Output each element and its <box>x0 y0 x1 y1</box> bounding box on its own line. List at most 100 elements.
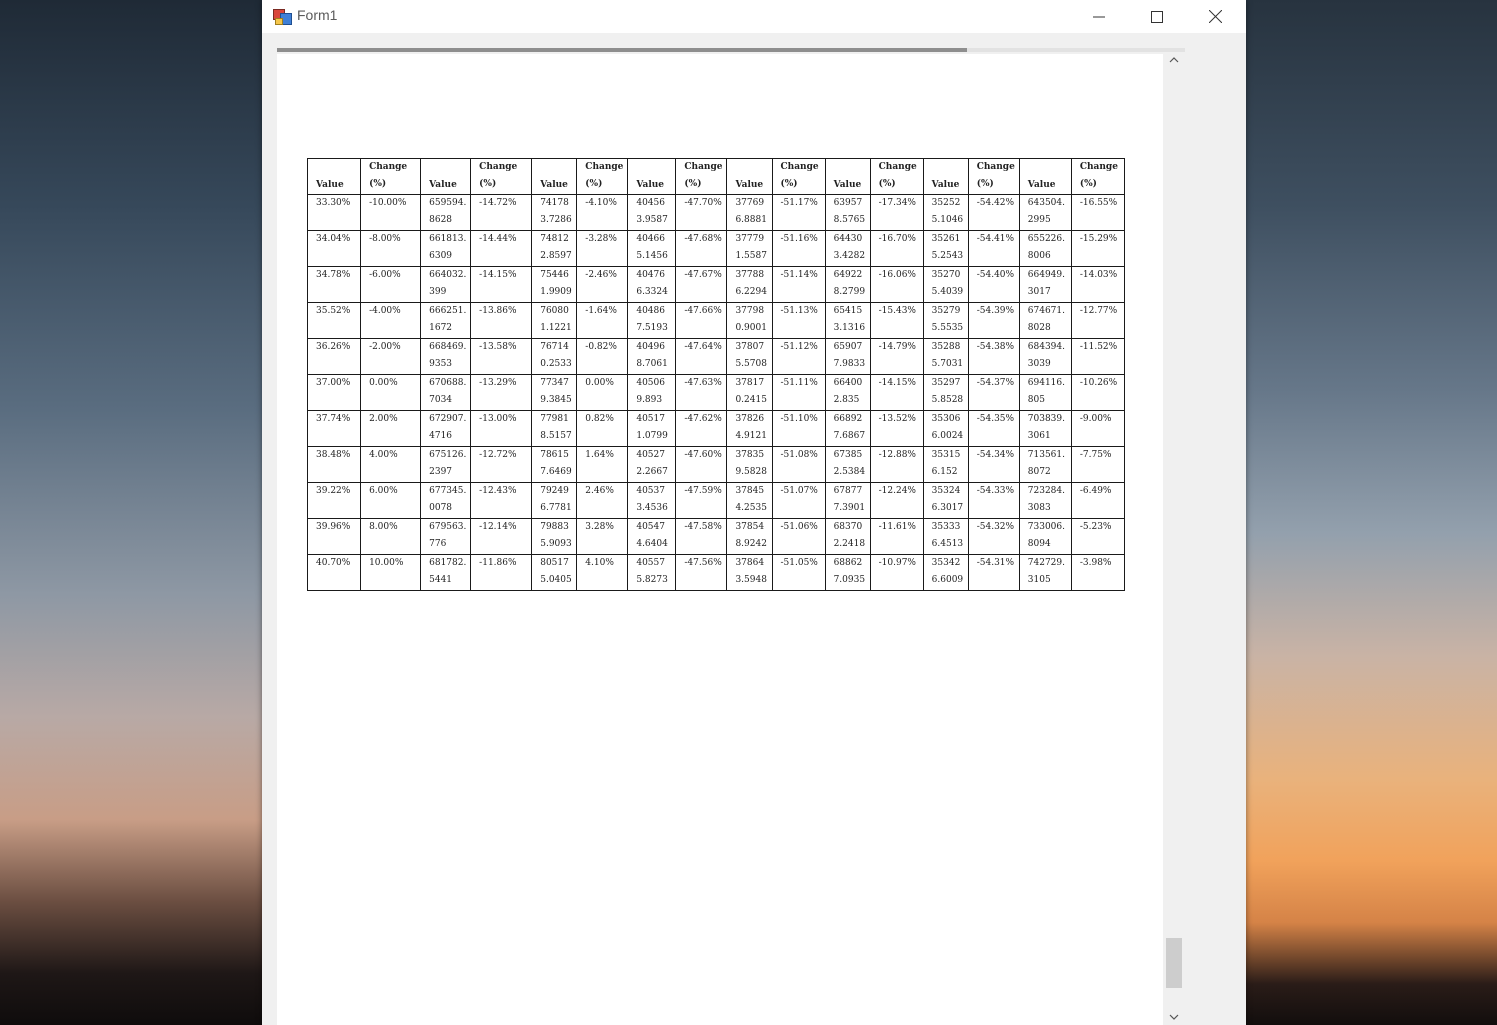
table-row: 34.04% -8.00% 661813. 6309 -14.44% 74812 2.859… <box>306 230 1126 267</box>
table-row: 35.52% -4.00% 666251. 1672 -13.86% 76080 1.122… <box>306 302 1126 339</box>
table-cell: -13.52% <box>869 410 924 447</box>
maximize-button[interactable] <box>1128 0 1186 33</box>
table-cell: -47.62% <box>675 410 728 447</box>
table-cell: 65415 3.1316 <box>824 302 871 339</box>
table-cell: -12.24% <box>869 482 924 519</box>
table-cell: 2.00% <box>360 410 422 447</box>
table-cell: 76080 1.1221 <box>531 302 578 339</box>
table-cell: -14.15% <box>869 374 924 411</box>
table-cell: -10.97% <box>869 554 924 591</box>
table-cell: -54.42% <box>967 194 1020 231</box>
table-cell: -14.15% <box>470 266 533 303</box>
table-cell: -13.86% <box>470 302 533 339</box>
table-cell: 664032. 399 <box>420 266 472 303</box>
title-bar[interactable]: Form1 <box>262 0 1246 33</box>
table-row: 36.26% -2.00% 668469. 9353 -13.58% 76714 0.253… <box>306 338 1126 375</box>
progress-bar <box>277 48 1185 52</box>
minimize-button[interactable] <box>1070 0 1128 33</box>
table-cell: 0.82% <box>576 410 629 447</box>
table-cell: 78615 7.6469 <box>531 446 578 483</box>
table-cell: -47.60% <box>675 446 728 483</box>
table-cell: 35288 5.7031 <box>922 338 969 375</box>
table-cell: 74178 3.7286 <box>531 194 578 231</box>
app-icon <box>273 7 292 25</box>
table-cell: -54.35% <box>967 410 1020 447</box>
table-cell: -51.16% <box>771 230 826 267</box>
table-cell: 33.30% <box>306 194 362 231</box>
table-cell: 40527 2.2667 <box>627 446 677 483</box>
close-icon <box>1208 10 1222 23</box>
table-cell: 37845 4.2535 <box>726 482 773 519</box>
table-row: 33.30% -10.00% 659594. 8628 -14.72% 74178 3.72… <box>306 194 1126 231</box>
table-cell: -47.64% <box>675 338 728 375</box>
table-cell: 733006. 8094 <box>1018 518 1072 555</box>
table-cell: 39.22% <box>306 482 362 519</box>
table-cell: -54.40% <box>967 266 1020 303</box>
table-cell: 64430 3.4282 <box>824 230 871 267</box>
table-cell: -2.00% <box>360 338 422 375</box>
column-header: Value <box>922 158 969 195</box>
table-cell: -11.86% <box>470 554 533 591</box>
table-cell: -4.00% <box>360 302 422 339</box>
table-cell: -0.82% <box>576 338 629 375</box>
table-cell: -16.06% <box>869 266 924 303</box>
table-cell: 664949. 3017 <box>1018 266 1072 303</box>
table-cell: -7.75% <box>1070 446 1126 483</box>
table-cell: -14.72% <box>470 194 533 231</box>
table-cell: -51.14% <box>771 266 826 303</box>
table-cell: -3.98% <box>1070 554 1126 591</box>
table-cell: 40496 8.7061 <box>627 338 677 375</box>
table-cell: 63957 8.5765 <box>824 194 871 231</box>
table-cell: 35297 5.8528 <box>922 374 969 411</box>
column-header: Change (%) <box>360 158 422 195</box>
table-cell: 75446 1.9909 <box>531 266 578 303</box>
report-page: Value Change (%) Value Change (%) Value Change(… <box>277 54 1163 1025</box>
table-row: 37.00% 0.00% 670688. 7034 -13.29% 77347 9.3845… <box>306 374 1126 411</box>
table-cell: 37.00% <box>306 374 362 411</box>
table-cell: 65907 7.9833 <box>824 338 871 375</box>
table-row: 34.78% -6.00% 664032. 399 -14.15% 75446 1.9909… <box>306 266 1126 303</box>
scroll-up-arrow-icon[interactable] <box>1169 56 1179 64</box>
scroll-down-arrow-icon[interactable] <box>1169 1013 1179 1021</box>
table-cell: 35306 6.0024 <box>922 410 969 447</box>
window-title: Form1 <box>297 7 338 23</box>
table-cell: -47.63% <box>675 374 728 411</box>
desktop-background-left <box>0 0 262 1025</box>
table-cell: 64922 8.2799 <box>824 266 871 303</box>
column-header: Value <box>306 158 362 195</box>
table-cell: 3.28% <box>576 518 629 555</box>
column-header: Change (%) <box>967 158 1020 195</box>
table-cell: 694116. 805 <box>1018 374 1072 411</box>
table-cell: -51.11% <box>771 374 826 411</box>
table-cell: -12.72% <box>470 446 533 483</box>
table-cell: 40.70% <box>306 554 362 591</box>
table-cell: 679563. 776 <box>420 518 472 555</box>
column-header: Change (%) <box>771 158 826 195</box>
table-cell: 661813. 6309 <box>420 230 472 267</box>
table-cell: 672907. 4716 <box>420 410 472 447</box>
scrollbar-thumb[interactable] <box>1166 938 1182 988</box>
table-cell: -47.58% <box>675 518 728 555</box>
table-cell: 35252 5.1046 <box>922 194 969 231</box>
table-row: 38.48% 4.00% 675126. 2397 -12.72% 78615 7.6469… <box>306 446 1126 483</box>
table-cell: 40466 5.1456 <box>627 230 677 267</box>
table-cell: 0.00% <box>360 374 422 411</box>
close-button[interactable] <box>1186 0 1244 33</box>
data-table: Value Change (%) Value Change (%) Value Change(… <box>306 158 1126 591</box>
table-cell: 74812 2.8597 <box>531 230 578 267</box>
table-cell: -54.33% <box>967 482 1020 519</box>
column-header: Change (%) <box>576 158 629 195</box>
table-row: 39.22% 6.00% 677345. 0078 -12.43% 79249 6.7781… <box>306 482 1126 519</box>
table-cell: -4.10% <box>576 194 629 231</box>
table-cell: 40506 9.893 <box>627 374 677 411</box>
table-cell: -13.00% <box>470 410 533 447</box>
maximize-icon <box>1151 10 1163 23</box>
table-cell: 34.78% <box>306 266 362 303</box>
column-header: Change (%) <box>675 158 728 195</box>
vertical-scrollbar[interactable] <box>1163 52 1185 1025</box>
table-cell: -11.61% <box>869 518 924 555</box>
table-cell: 35.52% <box>306 302 362 339</box>
table-cell: -51.17% <box>771 194 826 231</box>
table-cell: 68862 7.0935 <box>824 554 871 591</box>
table-cell: -51.05% <box>771 554 826 591</box>
